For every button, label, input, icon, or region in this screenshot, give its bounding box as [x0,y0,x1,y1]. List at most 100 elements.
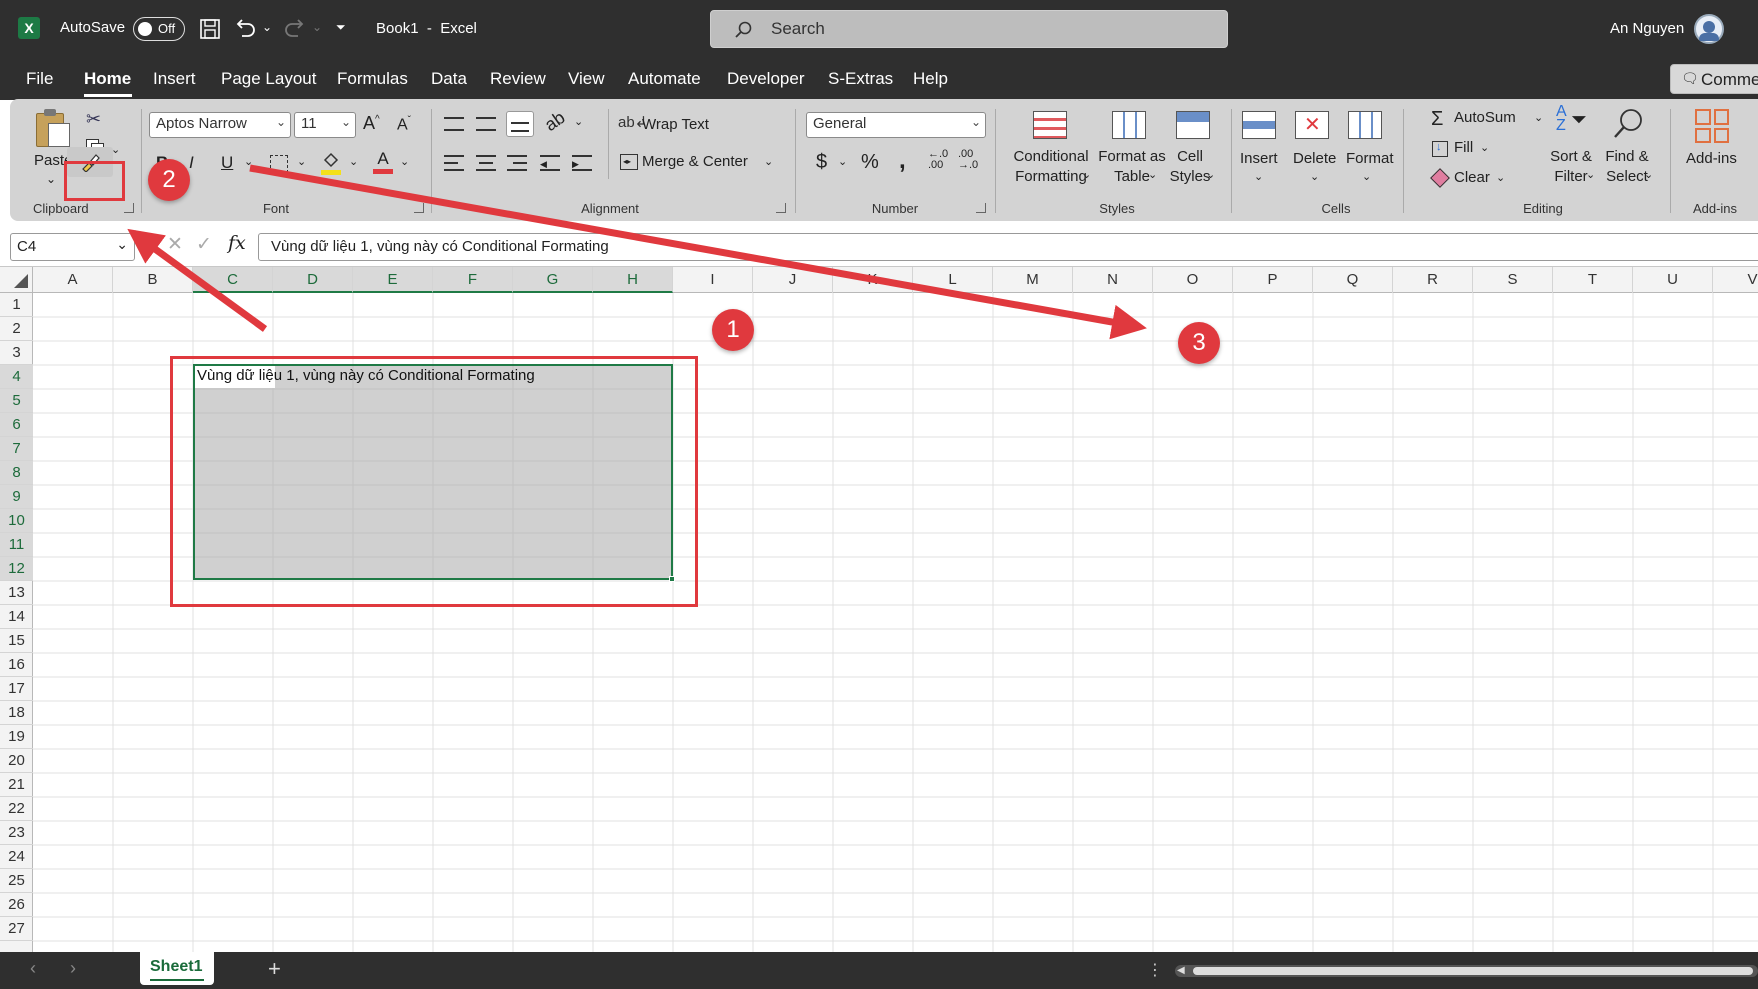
merge-dropdown-icon[interactable]: ⌄ [764,155,773,168]
italic-icon[interactable]: I [189,153,194,173]
cell-styles-dropdown-icon[interactable]: ⌄ [1206,165,1215,185]
autosum-dropdown-icon[interactable]: ⌄ [1534,111,1543,124]
delete-cells-label[interactable]: Delete [1293,149,1336,169]
row-header-17[interactable]: 17 [0,677,33,701]
fill-label[interactable]: Fill [1454,139,1473,156]
column-header-h[interactable]: H [593,267,673,293]
next-sheet-icon[interactable]: › [70,958,76,979]
row-header-3[interactable]: 3 [0,341,33,365]
column-header-a[interactable]: A [33,267,113,293]
align-center-icon[interactable] [476,155,496,171]
font-size-box[interactable]: 11 ⌄ [294,112,356,138]
column-header-t[interactable]: T [1553,267,1633,293]
percent-icon[interactable]: % [861,151,879,174]
increase-decimal-icon[interactable]: ←.0.00 [928,149,948,171]
row-header-22[interactable]: 22 [0,797,33,821]
tab-data[interactable]: Data [431,69,467,89]
align-bottom-icon[interactable] [506,111,534,137]
comments-button[interactable]: 🗨 Comme [1670,64,1758,94]
name-box[interactable]: C4 ⌄ [10,233,135,261]
row-header-6[interactable]: 6 [0,413,33,437]
comma-style-icon[interactable]: , [899,147,906,175]
avatar[interactable] [1694,14,1724,44]
search-box[interactable]: Search [710,10,1228,48]
align-middle-icon[interactable] [476,117,496,131]
column-header-q[interactable]: Q [1313,267,1393,293]
row-header-23[interactable]: 23 [0,821,33,845]
format-dropdown-icon[interactable]: ⌄ [1362,167,1371,187]
fill-color-dropdown-icon[interactable]: ⌄ [349,155,358,168]
undo-icon[interactable] [233,17,257,39]
row-header-27[interactable]: 27 [0,917,33,941]
row-header-9[interactable]: 9 [0,485,33,509]
row-header-26[interactable]: 26 [0,893,33,917]
merge-center-label[interactable]: Merge & Center [642,153,748,170]
column-header-v[interactable]: V [1713,267,1758,293]
row-header-25[interactable]: 25 [0,869,33,893]
cut-icon[interactable]: ✂ [86,109,101,130]
clear-dropdown-icon[interactable]: ⌄ [1496,171,1505,184]
prev-sheet-icon[interactable]: ‹ [30,958,36,979]
row-header-8[interactable]: 8 [0,461,33,485]
addins-label[interactable]: Add-ins [1686,149,1737,169]
fill-dropdown-icon[interactable]: ⌄ [1480,141,1489,154]
format-table-dropdown-icon[interactable]: ⌄ [1148,165,1157,185]
wrap-text-label[interactable]: Wrap Text [642,116,709,133]
column-header-g[interactable]: G [513,267,593,293]
sort-filter-icon[interactable]: AZ [1556,104,1567,134]
column-header-b[interactable]: B [113,267,193,293]
column-header-r[interactable]: R [1393,267,1473,293]
customize-toolbar-icon[interactable]: ⏷ [336,20,346,35]
tab-page-layout[interactable]: Page Layout [221,69,316,89]
currency-dropdown-icon[interactable]: ⌄ [838,155,847,168]
decrease-indent-icon[interactable]: ◀ [540,155,560,171]
row-header-21[interactable]: 21 [0,773,33,797]
delete-dropdown-icon[interactable]: ⌄ [1310,167,1319,187]
options-icon[interactable]: ⋮ [1147,960,1163,980]
row-header-5[interactable]: 5 [0,389,33,413]
borders-dropdown-icon[interactable]: ⌄ [297,155,306,168]
delete-cells-icon[interactable]: ✕ [1295,111,1329,139]
row-header-4[interactable]: 4 [0,365,33,389]
borders-icon[interactable] [270,155,288,173]
tab-automate[interactable]: Automate [628,69,701,89]
column-header-i[interactable]: I [673,267,753,293]
column-header-f[interactable]: F [433,267,513,293]
font-name-box[interactable]: Aptos Narrow ⌄ [149,112,291,138]
row-header-16[interactable]: 16 [0,653,33,677]
sheet-tab-sheet1[interactable]: Sheet1 [140,952,214,985]
insert-dropdown-icon[interactable]: ⌄ [1254,167,1263,187]
sort-dropdown-icon[interactable]: ⌄ [1586,165,1595,185]
clear-label[interactable]: Clear [1454,169,1490,186]
insert-cells-icon[interactable] [1242,111,1276,139]
tab-formulas[interactable]: Formulas [337,69,408,89]
column-header-e[interactable]: E [353,267,433,293]
currency-icon[interactable]: $ [816,151,827,174]
column-header-p[interactable]: P [1233,267,1313,293]
alignment-dialog-launcher[interactable] [776,203,786,213]
insert-function-icon[interactable]: fx [228,232,246,254]
number-format-box[interactable]: General ⌄ [806,112,986,138]
column-header-c[interactable]: C [193,267,273,293]
font-dialog-launcher[interactable] [414,203,424,213]
row-header-20[interactable]: 20 [0,749,33,773]
fill-color-icon[interactable] [321,151,343,175]
column-header-d[interactable]: D [273,267,353,293]
conditional-dropdown-icon[interactable]: ⌄ [1082,165,1091,185]
format-as-table-icon[interactable] [1112,111,1146,139]
orientation-icon[interactable]: ab [541,107,569,136]
orientation-dropdown-icon[interactable]: ⌄ [574,115,583,128]
conditional-formatting-icon[interactable] [1033,111,1067,139]
enter-icon[interactable]: ✓ [196,233,212,256]
cell-styles-icon[interactable] [1176,111,1210,139]
column-header-o[interactable]: O [1153,267,1233,293]
find-dropdown-icon[interactable]: ⌄ [1644,165,1653,185]
autosave-toggle[interactable]: Off [133,17,185,41]
decrease-decimal-icon[interactable]: .00 →.0 [958,149,978,171]
decrease-font-icon[interactable]: Aˇ [397,115,411,134]
paste-icon[interactable] [36,109,72,147]
tab-view[interactable]: View [568,69,605,89]
tab-review[interactable]: Review [490,69,546,89]
select-all-corner[interactable] [0,267,33,293]
row-header-24[interactable]: 24 [0,845,33,869]
